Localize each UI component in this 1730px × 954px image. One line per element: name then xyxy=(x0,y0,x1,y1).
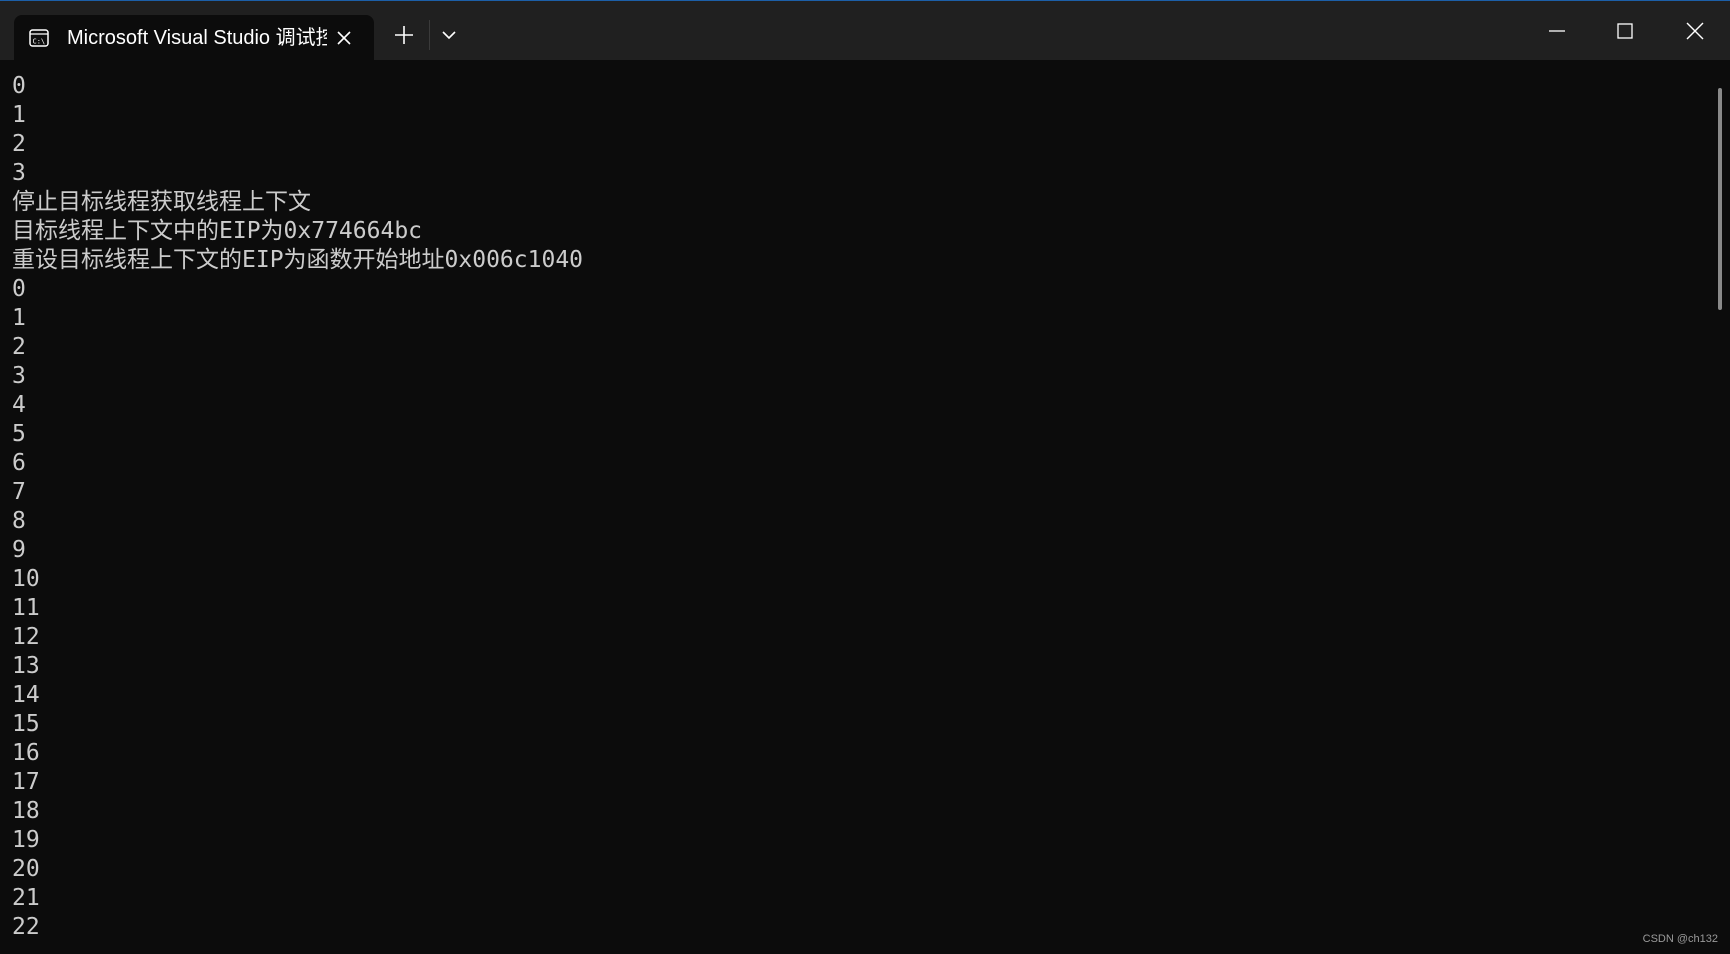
console-line: 9 xyxy=(12,537,26,563)
console-line: 10 xyxy=(12,566,40,592)
console-line: 1 xyxy=(12,305,26,331)
console-line: 2 xyxy=(12,334,26,360)
chevron-down-icon[interactable] xyxy=(437,23,461,47)
console-line: 0 xyxy=(12,73,26,99)
watermark: CSDN @ch132 xyxy=(1642,933,1718,945)
console-line: 13 xyxy=(12,653,40,679)
console-line: 目标线程上下文中的EIP为0x774664bc xyxy=(12,218,423,244)
console-line: 15 xyxy=(12,711,40,737)
console-line: 7 xyxy=(12,479,26,505)
console-output[interactable]: 0 1 2 3 停止目标线程获取线程上下文 目标线程上下文中的EIP为0x774664bc… xyxy=(12,72,1712,942)
console-line: 重设目标线程上下文的EIP为函数开始地址0x006c1040 xyxy=(12,247,584,273)
console-line: 8 xyxy=(12,508,26,534)
close-tab-icon[interactable] xyxy=(332,26,356,50)
console-line: 22 xyxy=(12,914,40,940)
plus-icon[interactable] xyxy=(390,21,418,49)
console-line: 11 xyxy=(12,595,40,621)
tab-title: Microsoft Visual Studio 调试控制台 xyxy=(67,27,327,49)
minimize-icon[interactable] xyxy=(1537,11,1577,51)
title-bar: C:\ Microsoft Visual Studio 调试控制台 xyxy=(0,0,1730,61)
console-line: 14 xyxy=(12,682,40,708)
console-line: 2 xyxy=(12,131,26,157)
maximize-icon[interactable] xyxy=(1605,11,1645,51)
console-line: 18 xyxy=(12,798,40,824)
console-line: 1 xyxy=(12,102,26,128)
console-line: 19 xyxy=(12,827,40,853)
console-icon: C:\ xyxy=(29,28,49,48)
console-line: 停止目标线程获取线程上下文 xyxy=(12,189,311,215)
console-line: 0 xyxy=(12,276,26,302)
console-line: 21 xyxy=(12,885,40,911)
console-line: 12 xyxy=(12,624,40,650)
console-line: 6 xyxy=(12,450,26,476)
tab-separator xyxy=(429,20,430,50)
console-line: 5 xyxy=(12,421,26,447)
console-line: 20 xyxy=(12,856,40,882)
console-line: 17 xyxy=(12,769,40,795)
vertical-scrollbar[interactable] xyxy=(1718,88,1722,310)
console-line: 16 xyxy=(12,740,40,766)
close-icon[interactable] xyxy=(1675,11,1715,51)
svg-text:C:\: C:\ xyxy=(33,38,46,46)
tab-debug-console[interactable]: C:\ Microsoft Visual Studio 调试控制台 xyxy=(14,15,374,61)
console-line: 3 xyxy=(12,363,26,389)
terminal-window: C:\ Microsoft Visual Studio 调试控制台 xyxy=(0,0,1730,954)
console-line: 4 xyxy=(12,392,26,418)
console-line: 3 xyxy=(12,160,26,186)
